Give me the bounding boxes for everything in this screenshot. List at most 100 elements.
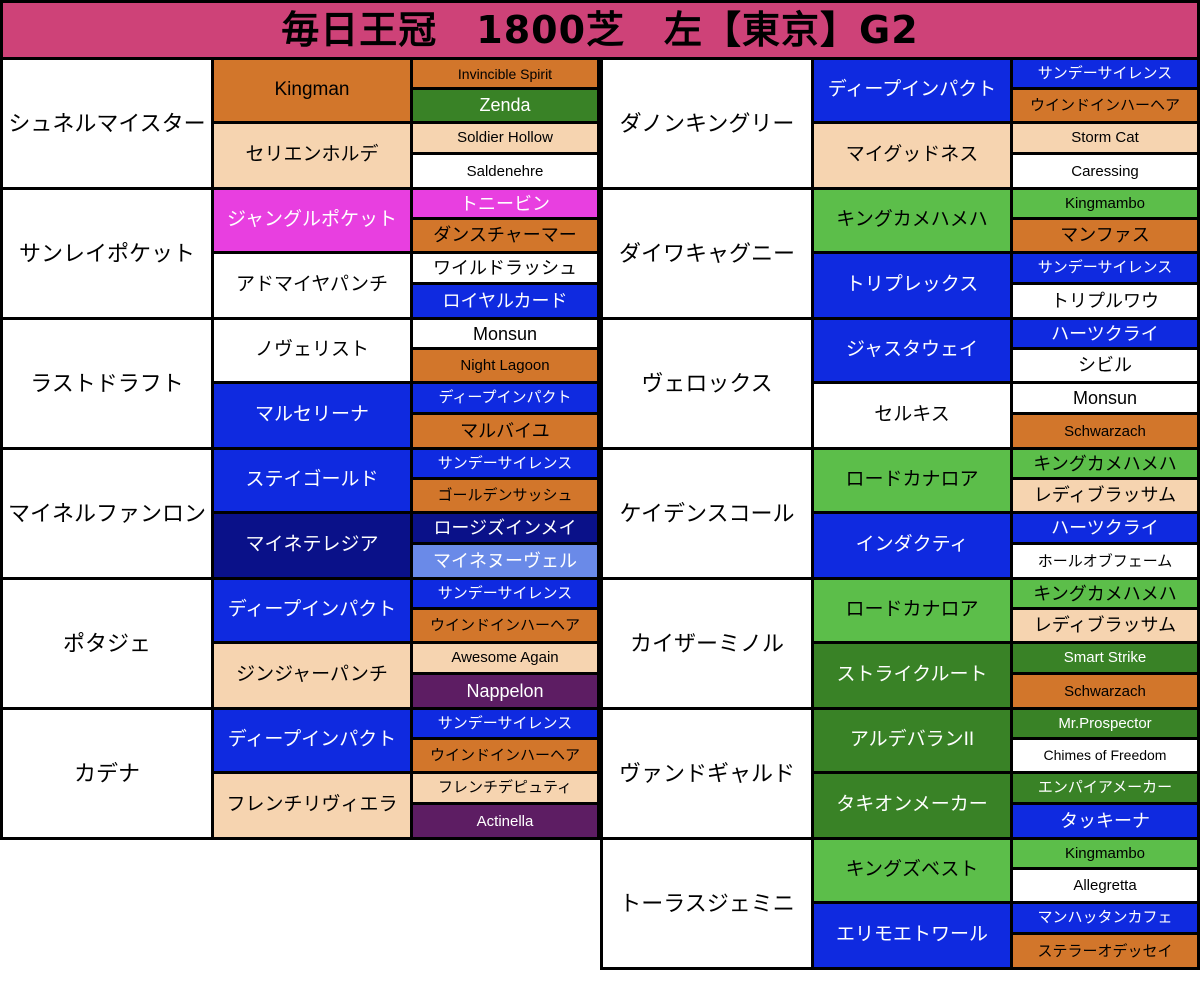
sire-name: ディープインパクト: [214, 710, 410, 771]
dam-row: エリモエトワール マンハッタンカフェ ステラーオデッセイ: [814, 903, 1197, 967]
grandsire-name: Mr.Prospector: [1013, 710, 1197, 741]
sire-row: アルデバランII Mr.Prospector Chimes of Freedom: [814, 710, 1197, 774]
granddam-name: ゴールデンサッシュ: [413, 480, 597, 511]
granddam-name: レディブラッサム: [1013, 610, 1197, 641]
sire-name: キングズベスト: [814, 840, 1010, 901]
grandparent-wrap: エンパイアメーカー タッキーナ: [1010, 773, 1197, 837]
horse-name: ダイワキャグニー: [603, 190, 811, 317]
granddam-name: タッキーナ: [1013, 805, 1197, 837]
dam-row: マイグッドネス Storm Cat Caressing: [814, 123, 1197, 187]
granddam-name: ウインドインハーヘア: [413, 610, 597, 641]
pedigree-row: トーラスジェミニ キングズベスト Kingmambo Allegretta エリモエトワ…: [600, 840, 1200, 970]
dam-name: マイグッドネス: [814, 123, 1010, 187]
horse-name: カデナ: [3, 710, 211, 837]
pedigree-row: ダイワキャグニー キングカメハメハ Kingmambo マンファス トリプレックス サンデ…: [600, 190, 1200, 320]
granddam-name: マルバイユ: [413, 415, 597, 447]
granddam-name: Night Lagoon: [413, 350, 597, 381]
sire-name: ディープインパクト: [214, 580, 410, 641]
dam-row: マルセリーナ ディープインパクト マルバイユ: [214, 383, 597, 447]
ancestry-wrap: ディープインパクト サンデーサイレンス ウインドインハーヘア マイグッドネス Storm…: [811, 60, 1197, 187]
grandsire-name: キングカメハメハ: [1013, 580, 1197, 611]
ancestry-wrap: ロードカナロア キングカメハメハ レディブラッサム ストライクルート Smart Str…: [811, 580, 1197, 707]
grandsire-name: Soldier Hollow: [413, 123, 597, 156]
sire-row: ディープインパクト サンデーサイレンス ウインドインハーヘア: [214, 710, 597, 774]
dam-name: トリプレックス: [814, 253, 1010, 317]
grandparent-wrap: Invincible Spirit Zenda: [410, 60, 597, 121]
grandsire-name: ディープインパクト: [413, 383, 597, 416]
pedigree-row: カデナ ディープインパクト サンデーサイレンス ウインドインハーヘア フレンチリヴィエラ…: [0, 710, 600, 840]
dam-name: マイネテレジア: [214, 513, 410, 577]
grandparent-wrap: Monsun Night Lagoon: [410, 320, 597, 381]
dam-row: トリプレックス サンデーサイレンス トリプルワウ: [814, 253, 1197, 317]
granddam-name: Caressing: [1013, 155, 1197, 187]
grandsire-name: キングカメハメハ: [1013, 450, 1197, 481]
sire-row: ノヴェリスト Monsun Night Lagoon: [214, 320, 597, 384]
granddam-name: ロイヤルカード: [413, 285, 597, 317]
dam-row: ストライクルート Smart Strike Schwarzach: [814, 643, 1197, 707]
sire-name: アルデバランII: [814, 710, 1010, 771]
grandsire-name: サンデーサイレンス: [1013, 253, 1197, 286]
granddam-name: Schwarzach: [1013, 415, 1197, 447]
grandparent-wrap: Kingmambo Allegretta: [1010, 840, 1197, 901]
dam-row: フレンチリヴィエラ フレンチデピュティ Actinella: [214, 773, 597, 837]
granddam-name: ウインドインハーヘア: [413, 740, 597, 771]
ancestry-wrap: ディープインパクト サンデーサイレンス ウインドインハーヘア ジンジャーパンチ Awes…: [211, 580, 597, 707]
dam-name: アドマイヤパンチ: [214, 253, 410, 317]
dam-row: タキオンメーカー エンパイアメーカー タッキーナ: [814, 773, 1197, 837]
grandparent-wrap: Monsun Schwarzach: [1010, 383, 1197, 447]
granddam-name: Zenda: [413, 90, 597, 121]
dam-row: ジンジャーパンチ Awesome Again Nappelon: [214, 643, 597, 707]
pedigree-row: ヴァンドギャルド アルデバランII Mr.Prospector Chimes of F…: [600, 710, 1200, 840]
dam-name: セルキス: [814, 383, 1010, 447]
grandparent-wrap: Soldier Hollow Saldenehre: [410, 123, 597, 187]
horse-name: マイネルファンロン: [3, 450, 211, 577]
ancestry-wrap: ジャングルポケット トニービン ダンスチャーマー アドマイヤパンチ ワイルドラッシュ ロイ…: [211, 190, 597, 317]
grandparent-wrap: Mr.Prospector Chimes of Freedom: [1010, 710, 1197, 771]
grandsire-name: ワイルドラッシュ: [413, 253, 597, 286]
grandsire-name: ハーツクライ: [1013, 320, 1197, 351]
ancestry-wrap: キングズベスト Kingmambo Allegretta エリモエトワール マンハッタン…: [811, 840, 1197, 967]
grandsire-name: エンパイアメーカー: [1013, 773, 1197, 806]
sire-row: ロードカナロア キングカメハメハ レディブラッサム: [814, 450, 1197, 514]
grandsire-name: ロージズインメイ: [413, 513, 597, 546]
grandparent-wrap: サンデーサイレンス ウインドインハーヘア: [1010, 60, 1197, 121]
grandsire-name: Kingmambo: [1013, 190, 1197, 221]
dam-name: ストライクルート: [814, 643, 1010, 707]
horse-name: ラストドラフト: [3, 320, 211, 447]
grandparent-wrap: フレンチデピュティ Actinella: [410, 773, 597, 837]
grandsire-name: サンデーサイレンス: [413, 580, 597, 611]
granddam-name: ホールオブフェーム: [1013, 545, 1197, 577]
grandparent-wrap: ハーツクライ シビル: [1010, 320, 1197, 381]
sire-row: ディープインパクト サンデーサイレンス ウインドインハーヘア: [214, 580, 597, 644]
sire-name: ノヴェリスト: [214, 320, 410, 381]
dam-row: セリエンホルデ Soldier Hollow Saldenehre: [214, 123, 597, 187]
sire-name: ロードカナロア: [814, 450, 1010, 511]
ancestry-wrap: キングカメハメハ Kingmambo マンファス トリプレックス サンデーサイレンス トリ…: [811, 190, 1197, 317]
granddam-name: シビル: [1013, 350, 1197, 381]
grandparent-wrap: Storm Cat Caressing: [1010, 123, 1197, 187]
ancestry-wrap: ノヴェリスト Monsun Night Lagoon マルセリーナ ディープインパクトマ…: [211, 320, 597, 447]
sire-row: ジャングルポケット トニービン ダンスチャーマー: [214, 190, 597, 254]
dam-row: セルキス Monsun Schwarzach: [814, 383, 1197, 447]
pedigree-row: ヴェロックス ジャスタウェイ ハーツクライ シビル セルキス Monsun Schwarza…: [600, 320, 1200, 450]
grandparent-wrap: ハーツクライ ホールオブフェーム: [1010, 513, 1197, 577]
sire-name: ロードカナロア: [814, 580, 1010, 641]
grandparent-wrap: トニービン ダンスチャーマー: [410, 190, 597, 251]
dam-row: アドマイヤパンチ ワイルドラッシュ ロイヤルカード: [214, 253, 597, 317]
sire-row: Kingman Invincible Spirit Zenda: [214, 60, 597, 124]
pedigree-row: ケイデンスコール ロードカナロア キングカメハメハ レディブラッサム インダクティ ハーツ…: [600, 450, 1200, 580]
granddam-name: Schwarzach: [1013, 675, 1197, 707]
pedigree-chart: 毎日王冠 1800芝 左【東京】G2 シュネルマイスター Kingman Invin…: [0, 0, 1200, 990]
sire-name: Kingman: [214, 60, 410, 121]
grandparent-wrap: Kingmambo マンファス: [1010, 190, 1197, 251]
sire-name: ジャングルポケット: [214, 190, 410, 251]
grandsire-name: Storm Cat: [1013, 123, 1197, 156]
ancestry-wrap: Kingman Invincible Spirit Zenda セリエンホルデ Sold…: [211, 60, 597, 187]
dam-name: タキオンメーカー: [814, 773, 1010, 837]
grandsire-name: Smart Strike: [1013, 643, 1197, 676]
dam-row: マイネテレジア ロージズインメイ マイネヌーヴェル: [214, 513, 597, 577]
sire-row: キングズベスト Kingmambo Allegretta: [814, 840, 1197, 904]
grandsire-name: マンハッタンカフェ: [1013, 903, 1197, 936]
grandparent-wrap: サンデーサイレンス ウインドインハーヘア: [410, 580, 597, 641]
race-title: 毎日王冠 1800芝 左【東京】G2: [281, 8, 919, 52]
